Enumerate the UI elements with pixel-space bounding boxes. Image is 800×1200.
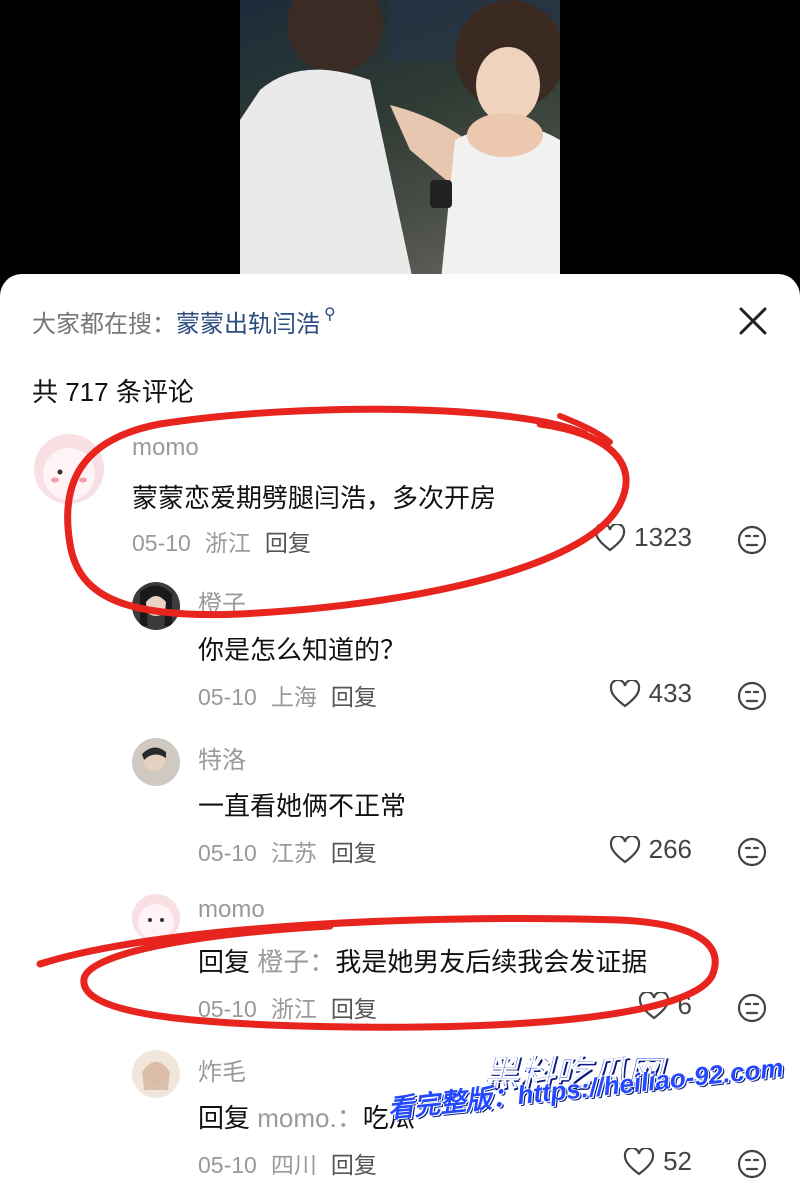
like-button[interactable]: 433	[609, 678, 692, 709]
heart-icon	[609, 835, 640, 863]
heart-icon	[638, 991, 669, 1019]
comment-username[interactable]: 炸毛	[198, 1052, 246, 1087]
avatar[interactable]	[132, 582, 180, 630]
comment-text: 回复 momo.：吃瓜	[198, 1098, 415, 1135]
face-icon[interactable]	[736, 1148, 768, 1180]
reply-item: 橙子 你是怎么知道的？ 05-10 上海 回复 433	[0, 582, 800, 722]
like-count: 266	[648, 834, 692, 864]
like-count: 1323	[634, 522, 692, 552]
comment-username[interactable]: momo	[198, 896, 265, 924]
comment-username[interactable]: 橙子	[198, 584, 246, 619]
face-icon[interactable]	[736, 992, 768, 1024]
comment-meta: 05-10 四川 回复	[198, 1146, 391, 1180]
reply-prefix: 回复	[198, 947, 251, 977]
avatar[interactable]	[132, 738, 180, 786]
like-count: 52	[663, 1146, 692, 1176]
reply-button[interactable]: 回复	[331, 996, 377, 1022]
comment-date: 05-10	[198, 1152, 257, 1178]
comment-region: 浙江	[204, 530, 251, 556]
avatar[interactable]	[34, 434, 104, 504]
reply-prefix: 回复	[198, 1103, 251, 1133]
comment-meta: 05-10 浙江 回复	[198, 990, 391, 1024]
like-button[interactable]: 1323	[594, 522, 692, 553]
comment-meta: 05-10 浙江 回复	[132, 524, 325, 558]
trending-search-prefix: 大家都在搜：	[32, 311, 176, 338]
reply-item: momo 回复 橙子：我是她男友后续我会发证据 05-10 浙江 回复 6	[0, 894, 800, 1034]
comment-username[interactable]: 特洛	[198, 740, 246, 775]
avatar-image	[142, 1062, 170, 1090]
like-button[interactable]: 6	[638, 990, 692, 1021]
trending-search-term[interactable]: 蒙蒙出轨闫浩	[176, 311, 320, 338]
avatar-image	[140, 585, 172, 626]
comment-date: 05-10	[198, 684, 257, 710]
face-icon[interactable]	[736, 836, 768, 868]
like-button[interactable]: 52	[623, 1146, 692, 1177]
reply-button[interactable]: 回复	[265, 530, 311, 556]
comment-date: 05-10	[198, 840, 257, 866]
avatar[interactable]	[132, 1050, 180, 1098]
comment-item: momo 蒙蒙恋爱期劈腿闫浩，多次开房 05-10 浙江 回复 1323	[0, 434, 800, 574]
comment-text: 蒙蒙恋爱期劈腿闫浩，多次开房	[132, 483, 497, 513]
avatar-image	[138, 904, 174, 940]
trending-search-row[interactable]: 大家都在搜：蒙蒙出轨闫浩 ⚲	[32, 304, 336, 339]
avatar[interactable]	[132, 894, 180, 942]
comment-region: 上海	[270, 684, 317, 710]
comment-date: 05-10	[198, 996, 257, 1022]
comment-count: 共 717 条评论	[32, 377, 194, 407]
comment-username[interactable]: momo	[132, 434, 199, 462]
close-icon[interactable]	[734, 302, 772, 340]
comment-region: 江苏	[270, 840, 317, 866]
reply-body: 我是她男友后续我会发证据	[335, 947, 648, 977]
comment-text: 你是怎么知道的？	[198, 635, 407, 665]
search-icon: ⚲	[324, 306, 336, 323]
face-icon[interactable]	[736, 680, 768, 712]
reply-to-user[interactable]: momo.：	[257, 1103, 362, 1133]
reply-button[interactable]: 回复	[331, 840, 377, 866]
avatar-image	[43, 448, 95, 500]
like-count: 6	[677, 990, 692, 1020]
comment-meta: 05-10 江苏 回复	[198, 834, 391, 868]
reply-to-user[interactable]: 橙子：	[257, 947, 335, 977]
comment-text: 回复 橙子：我是她男友后续我会发证据	[198, 942, 647, 979]
video-thumbnail	[240, 0, 560, 290]
comments-sheet: 大家都在搜：蒙蒙出轨闫浩 ⚲ 共 717 条评论 momo 蒙蒙恋爱期劈腿闫浩，多…	[0, 274, 800, 1200]
video-frame[interactable]	[240, 0, 560, 290]
avatar-image	[142, 747, 166, 771]
reply-button[interactable]: 回复	[331, 1152, 377, 1178]
heart-icon	[609, 679, 640, 707]
comment-region: 四川	[270, 1152, 317, 1178]
comment-text: 一直看她俩不正常	[198, 791, 407, 821]
heart-icon	[595, 523, 626, 551]
heart-icon	[623, 1147, 655, 1175]
comment-region: 浙江	[270, 996, 317, 1022]
like-button[interactable]: 266	[609, 834, 692, 865]
like-count: 433	[648, 678, 692, 708]
face-icon[interactable]	[736, 524, 768, 556]
reply-item: 特洛 一直看她俩不正常 05-10 江苏 回复 266	[0, 738, 800, 878]
comment-date: 05-10	[132, 530, 191, 556]
video-player-area[interactable]	[0, 0, 800, 290]
comment-meta: 05-10 上海 回复	[198, 678, 391, 712]
reply-button[interactable]: 回复	[331, 684, 377, 710]
